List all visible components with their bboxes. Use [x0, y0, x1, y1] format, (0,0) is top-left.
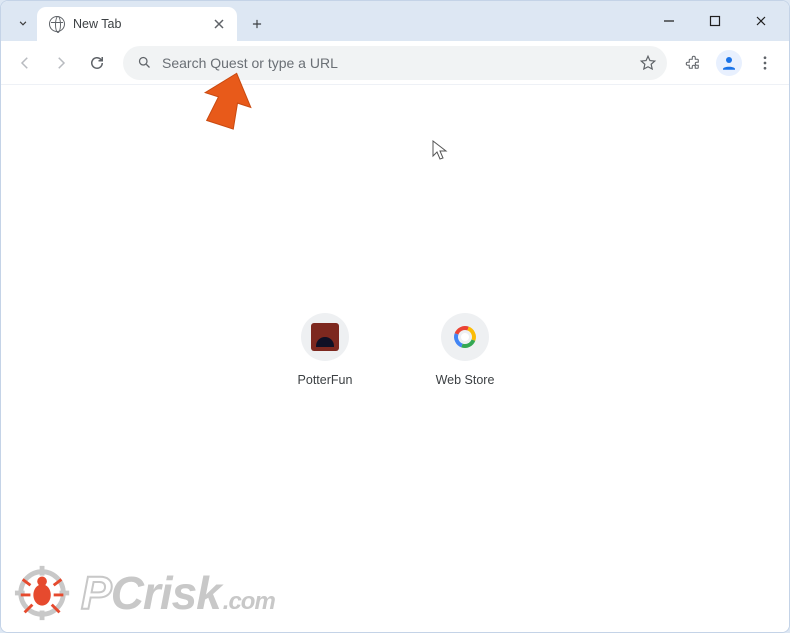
globe-icon — [49, 16, 65, 32]
chrome-webstore-icon — [454, 326, 476, 348]
chevron-down-icon — [16, 16, 30, 30]
search-icon — [137, 55, 152, 70]
puzzle-piece-icon — [684, 54, 702, 72]
shortcut-webstore[interactable]: Web Store — [420, 313, 510, 387]
shortcut-label: PotterFun — [298, 373, 353, 387]
watermark-c: C — [111, 567, 143, 619]
reload-icon — [88, 54, 106, 72]
watermark-text: PCrisk.com — [81, 566, 275, 620]
toolbar — [1, 41, 789, 85]
arrow-left-icon — [16, 54, 34, 72]
maximize-icon — [709, 15, 721, 27]
close-icon — [755, 15, 767, 27]
watermark-risk: risk — [143, 567, 221, 619]
potterfun-icon — [311, 323, 339, 351]
shortcut-potterfun[interactable]: PotterFun — [280, 313, 370, 387]
address-input[interactable] — [162, 55, 629, 71]
plus-icon — [250, 17, 264, 31]
bug-crosshair-icon — [13, 562, 75, 624]
profile-button[interactable] — [716, 50, 742, 76]
minimize-icon — [663, 15, 675, 27]
titlebar: New Tab — [1, 1, 789, 41]
address-bar[interactable] — [123, 46, 667, 80]
arrow-right-icon — [52, 54, 70, 72]
forward-button[interactable] — [45, 47, 77, 79]
shortcut-icon-chip — [301, 313, 349, 361]
close-window-button[interactable] — [739, 6, 783, 36]
active-tab[interactable]: New Tab — [37, 7, 237, 41]
new-tab-page: PotterFun Web Store — [1, 85, 789, 632]
tab-search-dropdown[interactable] — [9, 5, 37, 41]
browser-window: New Tab — [0, 0, 790, 633]
shortcut-icon-chip — [441, 313, 489, 361]
kebab-menu-button[interactable] — [749, 47, 781, 79]
shortcut-grid: PotterFun Web Store — [280, 313, 510, 387]
pcrisk-watermark: PCrisk.com — [13, 562, 275, 624]
person-icon — [720, 54, 738, 72]
watermark-dotcom: .com — [223, 588, 275, 615]
dots-vertical-icon — [756, 54, 774, 72]
shortcut-label: Web Store — [436, 373, 495, 387]
maximize-button[interactable] — [693, 6, 737, 36]
new-tab-button[interactable] — [243, 10, 271, 38]
tab-close-button[interactable] — [211, 16, 227, 32]
minimize-button[interactable] — [647, 6, 691, 36]
tab-title: New Tab — [73, 17, 121, 31]
watermark-p: P — [81, 567, 111, 619]
window-controls — [647, 1, 783, 41]
reload-button[interactable] — [81, 47, 113, 79]
back-button[interactable] — [9, 47, 41, 79]
close-icon — [214, 19, 224, 29]
star-icon[interactable] — [639, 54, 657, 72]
extensions-button[interactable] — [677, 47, 709, 79]
